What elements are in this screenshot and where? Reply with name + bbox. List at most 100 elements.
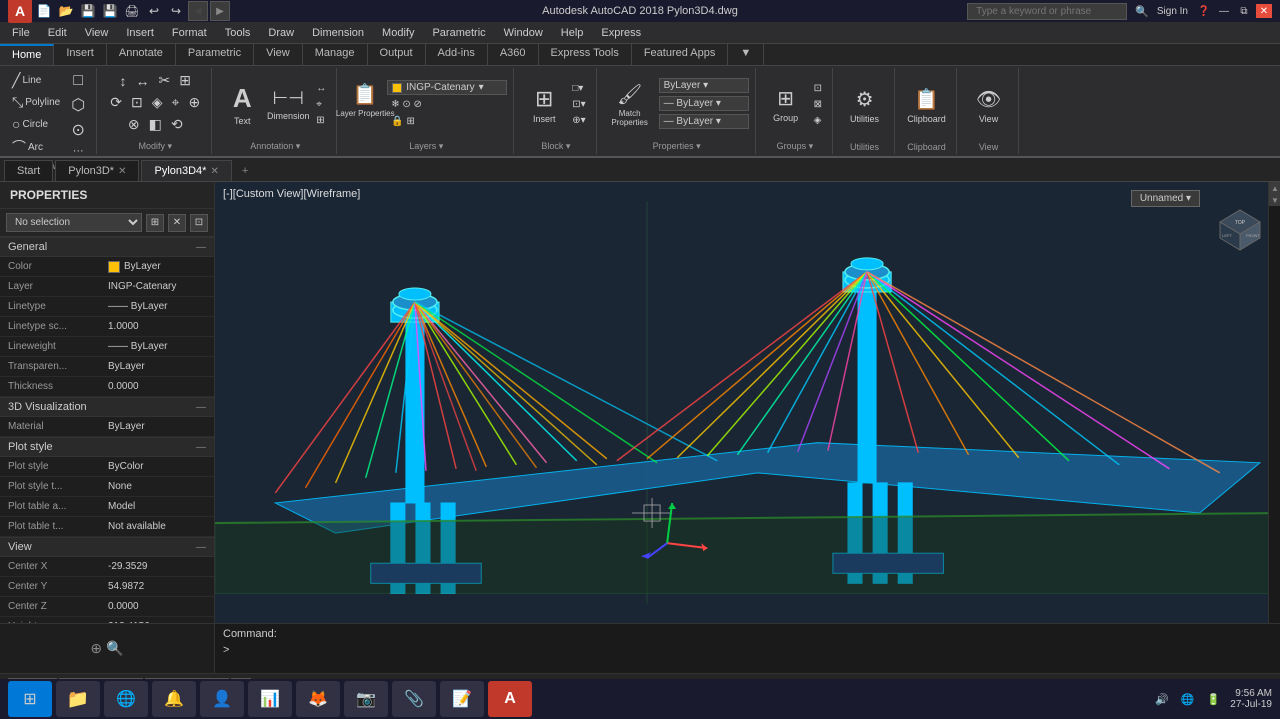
viewport-name-badge[interactable]: Unnamed ▾ [1131, 190, 1200, 207]
modify-group-label[interactable]: Modify ▾ [138, 139, 172, 152]
taskbar-app8[interactable]: 📎 [392, 681, 436, 717]
draw-more-3[interactable]: ⊙ [68, 118, 89, 142]
taskbar-chrome[interactable]: 🌐 [104, 681, 148, 717]
menu-format[interactable]: Format [164, 25, 215, 41]
taskbar-firefox[interactable]: 🦊 [296, 681, 340, 717]
tray-icon-2[interactable]: 🌐 [1179, 693, 1197, 706]
block-more-1[interactable]: □▾ [568, 81, 589, 96]
line-btn[interactable]: ╱ Line [8, 70, 45, 91]
help-btn[interactable]: ❓ [1196, 4, 1212, 18]
scroll-up-btn[interactable]: ▲ [1269, 182, 1280, 194]
block-group-label[interactable]: Block ▾ [541, 139, 570, 152]
groups-more-3[interactable]: ◈ [810, 113, 826, 128]
start-btn[interactable]: ⊞ [8, 681, 52, 717]
signin-link[interactable]: Sign In [1157, 6, 1188, 17]
layer-freeze-btn[interactable]: ❄ ⊙ ⊘ [387, 97, 507, 112]
annot-more-2[interactable]: ⌖ [312, 97, 330, 112]
section-3d-viz[interactable]: 3D Visualization — [0, 397, 214, 417]
tab-output[interactable]: Output [368, 44, 426, 65]
menu-tools[interactable]: Tools [217, 25, 259, 41]
doc-tab-pylon3d[interactable]: Pylon3D* ✕ [55, 160, 139, 181]
open-btn[interactable]: 📂 [56, 1, 76, 21]
modify-btn-9[interactable]: ⊕ [184, 92, 204, 113]
modify-btn-12[interactable]: ⟲ [167, 114, 187, 135]
menu-dimension[interactable]: Dimension [304, 25, 372, 41]
view-group-label[interactable]: View [979, 140, 998, 152]
doc-tab-pylon3d4[interactable]: Pylon3D4* ✕ [141, 160, 231, 181]
bridge-viewport[interactable] [215, 182, 1280, 623]
draw-more-1[interactable]: □ [69, 70, 87, 92]
modify-btn-3[interactable]: ✂ [155, 70, 175, 91]
group-btn[interactable]: ⊞ Group [764, 76, 808, 134]
layer-lock-btn[interactable]: 🔒 ⊞ [387, 114, 507, 129]
modify-btn-11[interactable]: ◧ [145, 114, 166, 135]
annotation-group-label[interactable]: Annotation ▾ [250, 139, 300, 152]
menu-help[interactable]: Help [553, 25, 592, 41]
back-btn[interactable]: ◀ [188, 1, 208, 21]
close-tab-pylon3d4[interactable]: ✕ [210, 166, 218, 177]
undo-btn[interactable]: ↩ [144, 1, 164, 21]
app-menu-btn[interactable]: A [8, 0, 32, 23]
tab-view[interactable]: View [254, 44, 303, 65]
search-input[interactable] [967, 3, 1127, 20]
arc-btn[interactable]: ⌒ Arc [8, 135, 47, 159]
layer-selector[interactable]: INGP-Catenary ▾ [387, 80, 507, 95]
menu-edit[interactable]: Edit [40, 25, 75, 41]
modify-btn-6[interactable]: ⊡ [127, 92, 147, 113]
annot-more-3[interactable]: ⊞ [312, 113, 330, 128]
new-btn[interactable]: 📄 [34, 1, 54, 21]
section-general[interactable]: General — [0, 237, 214, 257]
layer-props-btn[interactable]: 📋 Layer Properties [345, 80, 385, 130]
props-toggle-2[interactable]: ✕ [168, 214, 186, 232]
modify-btn-7[interactable]: ◈ [148, 92, 167, 113]
menu-insert[interactable]: Insert [118, 25, 162, 41]
view-cube[interactable]: TOP LEFT FRONT [1210, 192, 1270, 252]
modify-btn-10[interactable]: ⊗ [124, 114, 144, 135]
clipboard-group-label[interactable]: Clipboard [907, 140, 946, 152]
tab-a360[interactable]: A360 [488, 44, 539, 65]
forward-btn[interactable]: ▶ [210, 1, 230, 21]
modify-btn-4[interactable]: ⊞ [175, 70, 195, 91]
lineweight-selector[interactable]: — ByLayer ▾ [659, 114, 749, 129]
taskbar-explorer[interactable]: 📁 [56, 681, 100, 717]
tab-express[interactable]: Express Tools [539, 44, 632, 65]
command-input[interactable] [233, 644, 1272, 656]
insert-btn[interactable]: ⊞ Insert [522, 76, 566, 134]
linetype-selector[interactable]: — ByLayer ▾ [659, 96, 749, 111]
section-plot-style[interactable]: Plot style — [0, 437, 214, 457]
tab-annotate[interactable]: Annotate [107, 44, 176, 65]
redo-btn[interactable]: ↪ [166, 1, 186, 21]
color-selector[interactable]: ByLayer ▾ [659, 78, 749, 93]
tab-featured[interactable]: Featured Apps [632, 44, 729, 65]
modify-btn-2[interactable]: ↔ [132, 71, 154, 91]
tab-more[interactable]: ▼ [728, 44, 764, 65]
match-properties-btn[interactable]: 🖌 Match Properties [605, 76, 655, 134]
pan-btn[interactable]: ⊕ [90, 640, 102, 657]
modify-btn-5[interactable]: ⟳ [106, 92, 126, 113]
close-tab-pylon3d[interactable]: ✕ [118, 166, 126, 177]
utilities-group-label[interactable]: Utilities [850, 140, 879, 152]
props-toggle-1[interactable]: ⊞ [146, 214, 164, 232]
tab-addins[interactable]: Add-ins [426, 44, 488, 65]
zoom-btn[interactable]: 🔍 [106, 640, 123, 657]
taskbar-word[interactable]: 📝 [440, 681, 484, 717]
circle-btn[interactable]: ○ Circle [8, 114, 52, 134]
menu-parametric[interactable]: Parametric [424, 25, 493, 41]
taskbar-autocad[interactable]: A [488, 681, 532, 717]
tab-home[interactable]: Home [0, 44, 54, 65]
scroll-down-btn[interactable]: ▼ [1269, 194, 1280, 206]
saveas-btn[interactable]: 💾 [100, 1, 120, 21]
annot-more-1[interactable]: ↔ [312, 81, 330, 96]
block-more-3[interactable]: ⊕▾ [568, 113, 589, 128]
dimension-btn[interactable]: ⊢⊣ Dimension [266, 76, 310, 134]
print-btn[interactable]: 🖨 [122, 1, 142, 21]
menu-view[interactable]: View [77, 25, 117, 41]
menu-file[interactable]: File [4, 25, 38, 41]
menu-express[interactable]: Express [593, 25, 649, 41]
taskbar-excel[interactable]: 📊 [248, 681, 292, 717]
utilities-btn[interactable]: ⚙ Utilities [843, 76, 887, 134]
menu-draw[interactable]: Draw [260, 25, 302, 41]
layers-group-label[interactable]: Layers ▾ [409, 139, 443, 152]
draw-more-4[interactable]: ··· [69, 143, 88, 159]
minimize-btn[interactable]: — [1216, 4, 1232, 18]
